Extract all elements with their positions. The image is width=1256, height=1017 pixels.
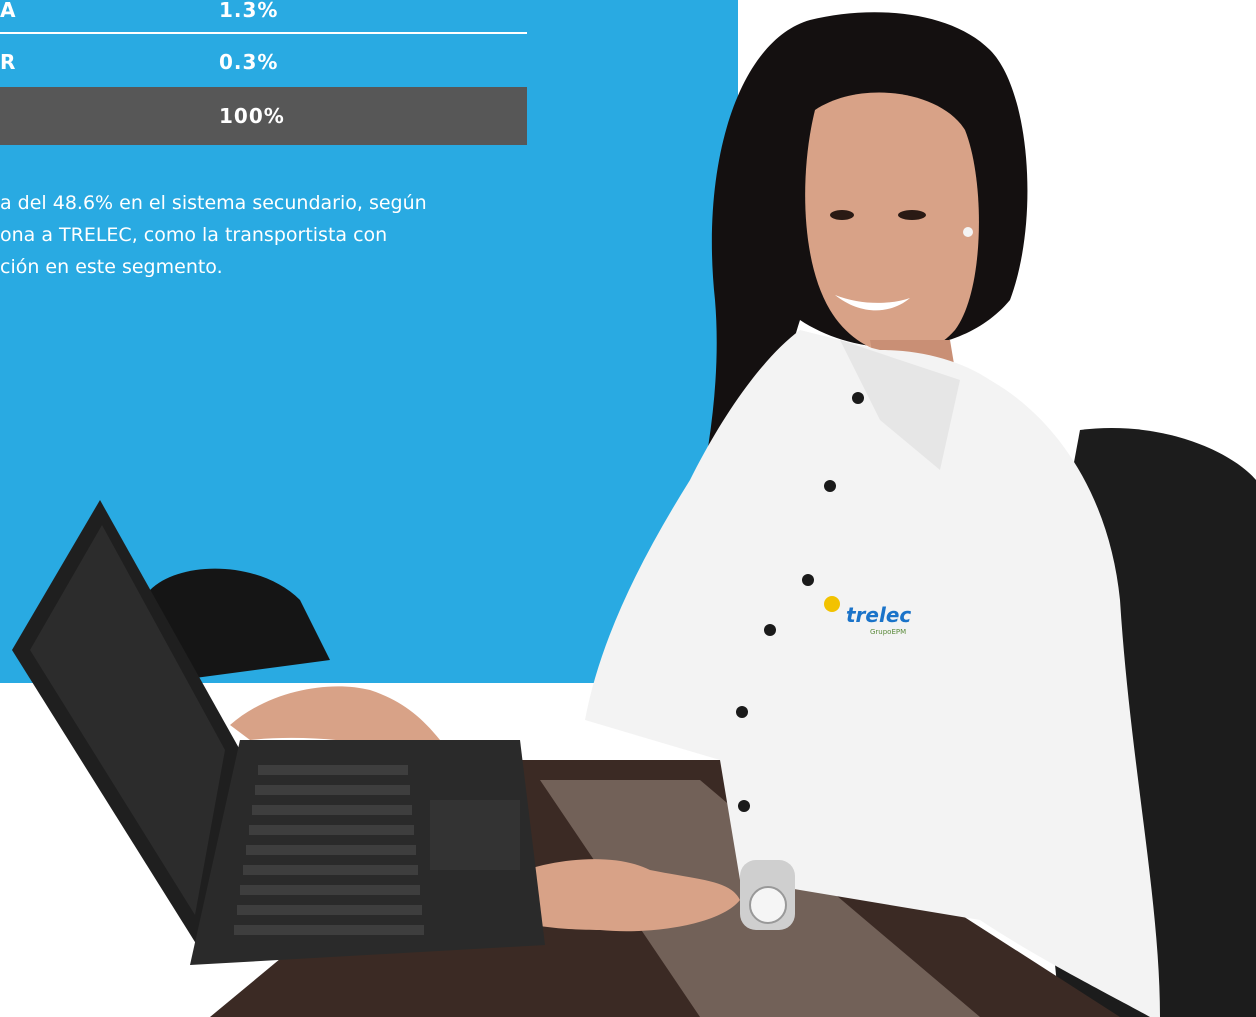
- photo-woman-at-laptop: trelec GrupoEPM: [12, 12, 1256, 1017]
- laptop-touchpad: [430, 800, 520, 870]
- hand-right: [230, 686, 440, 745]
- svg-text:GrupoEPM: GrupoEPM: [870, 628, 906, 636]
- laptop-keyboard: [234, 765, 424, 935]
- svg-text:trelec: trelec: [846, 603, 911, 627]
